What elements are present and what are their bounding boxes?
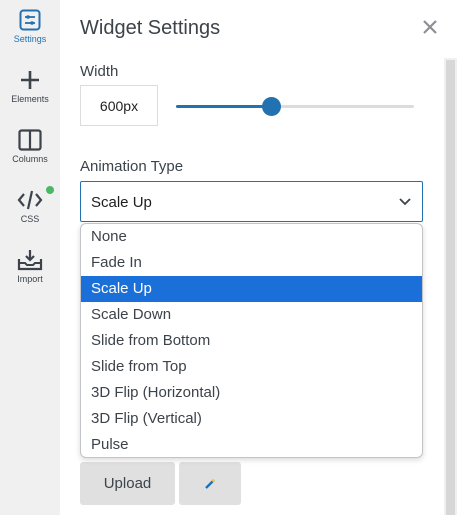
upload-button[interactable]: Upload [80, 462, 175, 505]
dropdown-option[interactable]: 3D Flip (Horizontal) [81, 380, 422, 406]
width-slider-thumb[interactable] [262, 97, 282, 116]
sidebar-item-import[interactable]: Import [0, 249, 60, 284]
close-icon[interactable] [421, 18, 439, 36]
pencil-icon [205, 478, 215, 489]
chevron-down-icon [399, 198, 411, 206]
dropdown-option[interactable]: 3D Flip (Vertical) [81, 406, 422, 432]
edit-button[interactable] [179, 462, 241, 505]
dropdown-option[interactable]: Pulse [81, 432, 422, 457]
dropdown-option-label: Fade In [91, 254, 142, 271]
sidebar-item-label: Elements [11, 94, 49, 104]
dropdown-option-label: Scale Down [91, 306, 172, 323]
sidebar-item-css[interactable]: CSS [0, 189, 60, 224]
scrollbar-thumb[interactable] [446, 60, 455, 515]
dropdown-option-label: Slide from Top [91, 358, 187, 375]
sidebar-item-label: CSS [20, 214, 40, 224]
dropdown-option-label: Slide from Bottom [91, 332, 211, 349]
dropdown-option[interactable]: Fade In [81, 250, 422, 276]
width-label: Width [80, 63, 119, 80]
settings-sliders-icon [19, 9, 41, 31]
panel-title: Widget Settings [80, 17, 221, 39]
columns-icon [18, 129, 42, 151]
dropdown-option-label: 3D Flip (Horizontal) [91, 384, 221, 401]
sidebar: Settings Elements Columns CSS Import [0, 0, 60, 515]
sidebar-item-elements[interactable]: Elements [0, 69, 60, 104]
status-dot [46, 186, 54, 194]
animation-type-select[interactable]: Scale Up [80, 181, 423, 222]
dropdown-option-label: Pulse [91, 436, 129, 453]
code-icon [17, 190, 43, 210]
sidebar-item-label: Settings [13, 34, 47, 44]
animation-type-dropdown: None Fade In Scale Up Scale Down Slide from … [80, 223, 423, 458]
animation-type-label: Animation Type [80, 158, 184, 175]
dropdown-option[interactable]: Scale Down [81, 302, 422, 328]
plus-icon [21, 71, 39, 89]
dropdown-option-label: Scale Up [91, 280, 152, 297]
sidebar-item-settings[interactable]: Settings [0, 9, 60, 44]
dropdown-option[interactable]: Slide from Top [81, 354, 422, 380]
width-input[interactable]: 600px [80, 85, 158, 126]
dropdown-option[interactable]: Scale Up [81, 276, 422, 302]
import-tray-icon [17, 250, 43, 271]
sidebar-item-label: Import [17, 274, 43, 284]
dropdown-option[interactable]: Slide from Bottom [81, 328, 422, 354]
sidebar-item-columns[interactable]: Columns [0, 129, 60, 164]
sidebar-item-label: Columns [12, 154, 48, 164]
dropdown-option-label: None [91, 228, 127, 245]
animation-type-value: Scale Up [91, 194, 152, 211]
width-slider-fill [176, 105, 272, 108]
dropdown-option[interactable]: None [81, 224, 422, 250]
width-slider[interactable] [176, 97, 414, 116]
dropdown-option-label: 3D Flip (Vertical) [91, 410, 202, 427]
